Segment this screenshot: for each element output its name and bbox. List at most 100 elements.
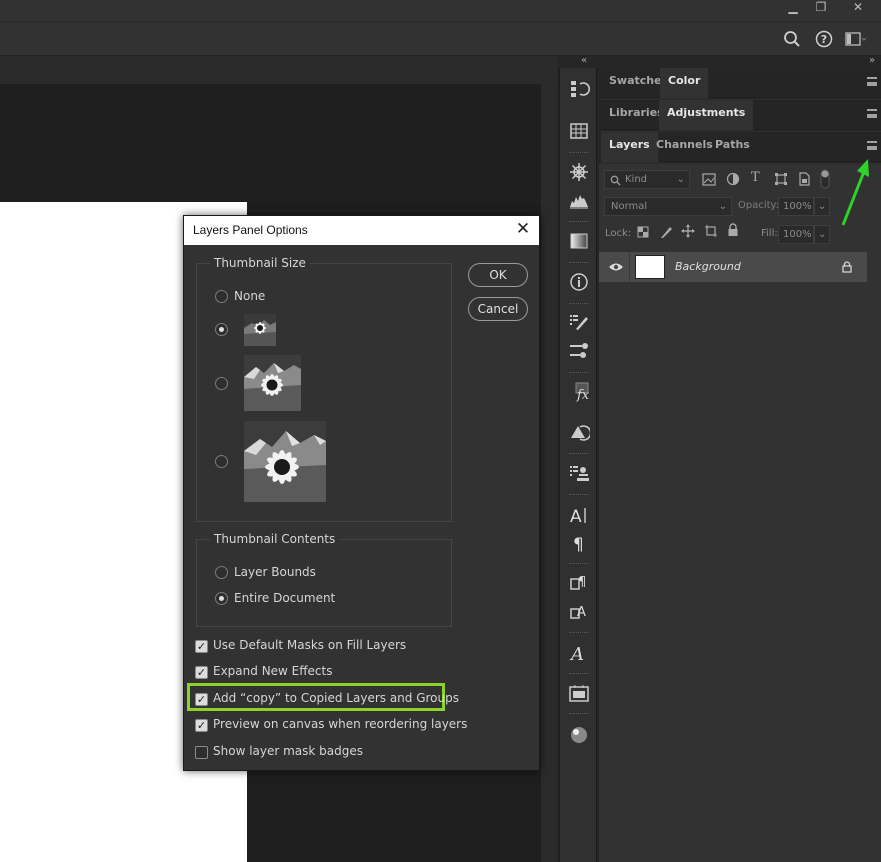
svg-text:fx: fx (576, 388, 590, 403)
panel-grip[interactable] (569, 453, 589, 455)
dialog-title: Layers Panel Options (184, 216, 539, 245)
close-icon[interactable]: ✕ (515, 221, 531, 238)
filter-pixel-icon[interactable] (702, 173, 716, 186)
restore-button[interactable]: ❐ (808, 0, 834, 16)
svg-text:?: ? (821, 33, 827, 46)
character-icon[interactable]: A (568, 504, 590, 527)
layers-panel-menu-icon[interactable] (867, 141, 877, 150)
actions-icon[interactable] (568, 462, 590, 484)
thumbnail-large-radio[interactable] (215, 455, 228, 468)
gradients-icon[interactable] (568, 230, 590, 252)
thumbnail-small-image (244, 314, 276, 346)
use-default-masks-checkbox[interactable]: ✓ (195, 640, 208, 653)
panel-menu-icon[interactable] (867, 77, 877, 86)
thumbnail-none-label: None (234, 289, 266, 303)
entire-document-radio[interactable] (215, 592, 228, 605)
workspace-icon[interactable] (845, 30, 867, 48)
lock-pixels-brush-icon[interactable] (659, 225, 673, 239)
filter-toggle-icon[interactable] (820, 169, 830, 189)
tab-color[interactable]: Color (660, 68, 709, 98)
document-tab-strip (0, 56, 557, 84)
panel-grip[interactable] (569, 494, 589, 496)
thumbnail-contents-label: Thumbnail Contents (210, 532, 340, 546)
preview-on-canvas-checkbox[interactable]: ✓ (195, 719, 208, 732)
panel-grip[interactable] (569, 372, 589, 374)
lock-transparent-icon[interactable] (637, 226, 649, 238)
brushes-icon[interactable] (568, 340, 590, 362)
svg-text:¶: ¶ (573, 535, 584, 554)
svg-text:A: A (569, 644, 584, 664)
filter-shape-icon[interactable] (774, 172, 788, 186)
panel-grip[interactable] (569, 673, 589, 675)
3d-materials-icon[interactable] (568, 724, 590, 746)
panel-grip[interactable] (569, 713, 589, 715)
panel-grip[interactable] (569, 152, 589, 154)
layer-row-background[interactable]: Background (599, 252, 867, 282)
filter-adjustment-icon[interactable] (726, 172, 740, 186)
close-window-button[interactable]: ✕ (845, 0, 871, 16)
paragraph-styles-icon[interactable]: ¶ (568, 571, 590, 593)
blend-mode-dropdown[interactable]: Normal ⌄ (604, 197, 732, 216)
blend-mode-value: Normal (611, 201, 648, 212)
annotation-arrow (841, 159, 869, 226)
help-icon[interactable]: ? (815, 30, 833, 48)
lock-all-icon[interactable] (727, 223, 739, 237)
expand-new-effects-checkbox[interactable]: ✓ (195, 666, 208, 679)
lock-artboard-icon[interactable] (704, 224, 718, 238)
ok-button[interactable]: OK (468, 263, 528, 287)
layer-bounds-label: Layer Bounds (234, 565, 316, 579)
vertical-scrollbar[interactable] (541, 84, 557, 862)
styles-fx-icon[interactable]: fx (568, 381, 590, 403)
opacity-field[interactable]: 100% (778, 197, 814, 216)
thumbnail-none-radio[interactable] (215, 290, 228, 303)
show-layer-mask-badges-checkbox[interactable] (195, 746, 208, 759)
search-icon[interactable] (783, 30, 801, 48)
brush-settings-icon[interactable] (568, 311, 590, 333)
tab-adjustments[interactable]: Adjustments (659, 100, 754, 130)
panel-tabs-swatches-color: Swatches Color (599, 68, 881, 98)
fill-dropdown-button[interactable]: ⌄ (814, 225, 830, 244)
character-styles-icon[interactable]: A (568, 600, 590, 622)
add-copy-label: Add “copy” to Copied Layers and Groups (213, 691, 459, 705)
layer-bounds-radio[interactable] (215, 566, 228, 579)
filter-smart-object-icon[interactable] (798, 172, 811, 186)
opacity-dropdown-button[interactable]: ⌄ (814, 197, 830, 216)
info-icon[interactable] (568, 271, 590, 293)
glyphs-icon[interactable]: A (568, 642, 590, 665)
panel-grip[interactable] (569, 262, 589, 264)
panel-grip[interactable] (569, 221, 589, 223)
filter-type-icon[interactable]: T (751, 170, 760, 185)
thumbnail-contents-group (196, 539, 452, 627)
panel-collapse-row: « » (557, 55, 881, 68)
panel-grip[interactable] (569, 632, 589, 634)
add-copy-checkbox[interactable]: ✓ (195, 693, 208, 706)
paragraph-icon[interactable]: ¶ (568, 532, 590, 555)
panel-menu-icon[interactable] (867, 109, 877, 118)
lock-position-move-icon[interactable] (681, 224, 695, 238)
thumbnail-small-radio[interactable] (215, 323, 228, 336)
lock-label: Lock: (605, 228, 632, 239)
properties-icon[interactable] (568, 120, 590, 142)
cancel-button[interactable]: Cancel (468, 297, 528, 321)
timeline-icon[interactable] (568, 682, 590, 704)
collapse-panels-icon[interactable]: » (869, 55, 875, 66)
navigator-wheel-icon[interactable] (568, 161, 590, 183)
history-icon[interactable] (568, 78, 591, 100)
layer-name[interactable]: Background (675, 260, 741, 273)
kind-filter-dropdown[interactable]: Kind ⌄ (604, 170, 690, 189)
panel-grip[interactable] (569, 303, 589, 305)
panel-grip[interactable] (569, 563, 589, 565)
layers-panel-body: Kind ⌄ T Normal ⌄ Opacity: 100% ⌄ Lock: … (599, 164, 881, 862)
collapse-tools-icon[interactable]: « (581, 55, 587, 66)
histogram-icon[interactable] (568, 189, 590, 211)
minimize-button[interactable]: ▁ (780, 0, 806, 16)
eye-visibility-icon[interactable] (608, 262, 624, 272)
title-bar: ▁ ❐ ✕ (0, 0, 881, 22)
clone-source-icon[interactable] (568, 421, 592, 443)
fill-field[interactable]: 100% (778, 225, 814, 244)
tab-paths[interactable]: Paths (707, 132, 758, 162)
show-layer-mask-badges-label: Show layer mask badges (213, 744, 364, 758)
panel-tabs-libraries-adjustments: Libraries Adjustments (599, 100, 881, 130)
thumbnail-medium-radio[interactable] (215, 377, 228, 390)
opacity-label: Opacity: (738, 200, 780, 211)
